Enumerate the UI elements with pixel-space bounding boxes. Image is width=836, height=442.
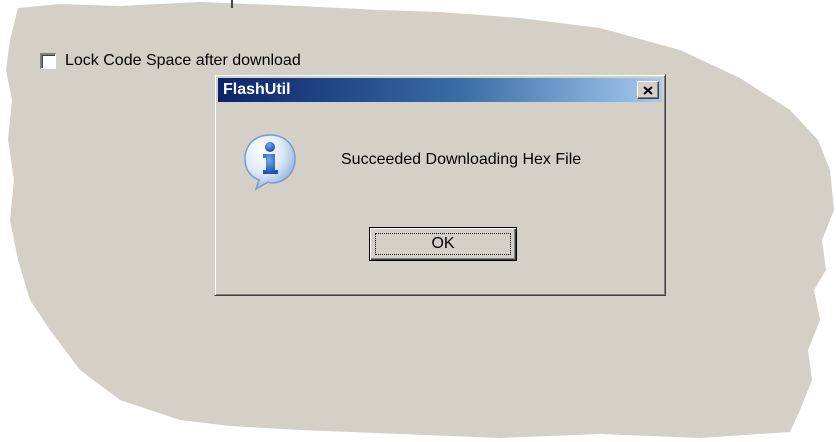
dialog-title: FlashUtil [223, 81, 291, 98]
info-icon [244, 134, 296, 191]
lock-code-space-checkbox[interactable] [40, 53, 56, 69]
close-button[interactable] [637, 81, 659, 99]
screenshot-stage: Lock Code Space after download FlashUtil [0, 0, 836, 442]
ok-button-label: OK [431, 235, 455, 252]
lock-code-space-row[interactable]: Lock Code Space after download [40, 50, 301, 72]
message-dialog: FlashUtil Succeeded Downloading Hex File… [214, 74, 666, 296]
ok-button[interactable]: OK [369, 227, 517, 261]
lock-code-space-label: Lock Code Space after download [65, 52, 301, 69]
dialog-titlebar[interactable]: FlashUtil [218, 78, 662, 102]
dialog-message: Succeeded Downloading Hex File [341, 151, 582, 168]
background-tick-mark [231, 0, 233, 8]
close-icon [643, 85, 653, 95]
